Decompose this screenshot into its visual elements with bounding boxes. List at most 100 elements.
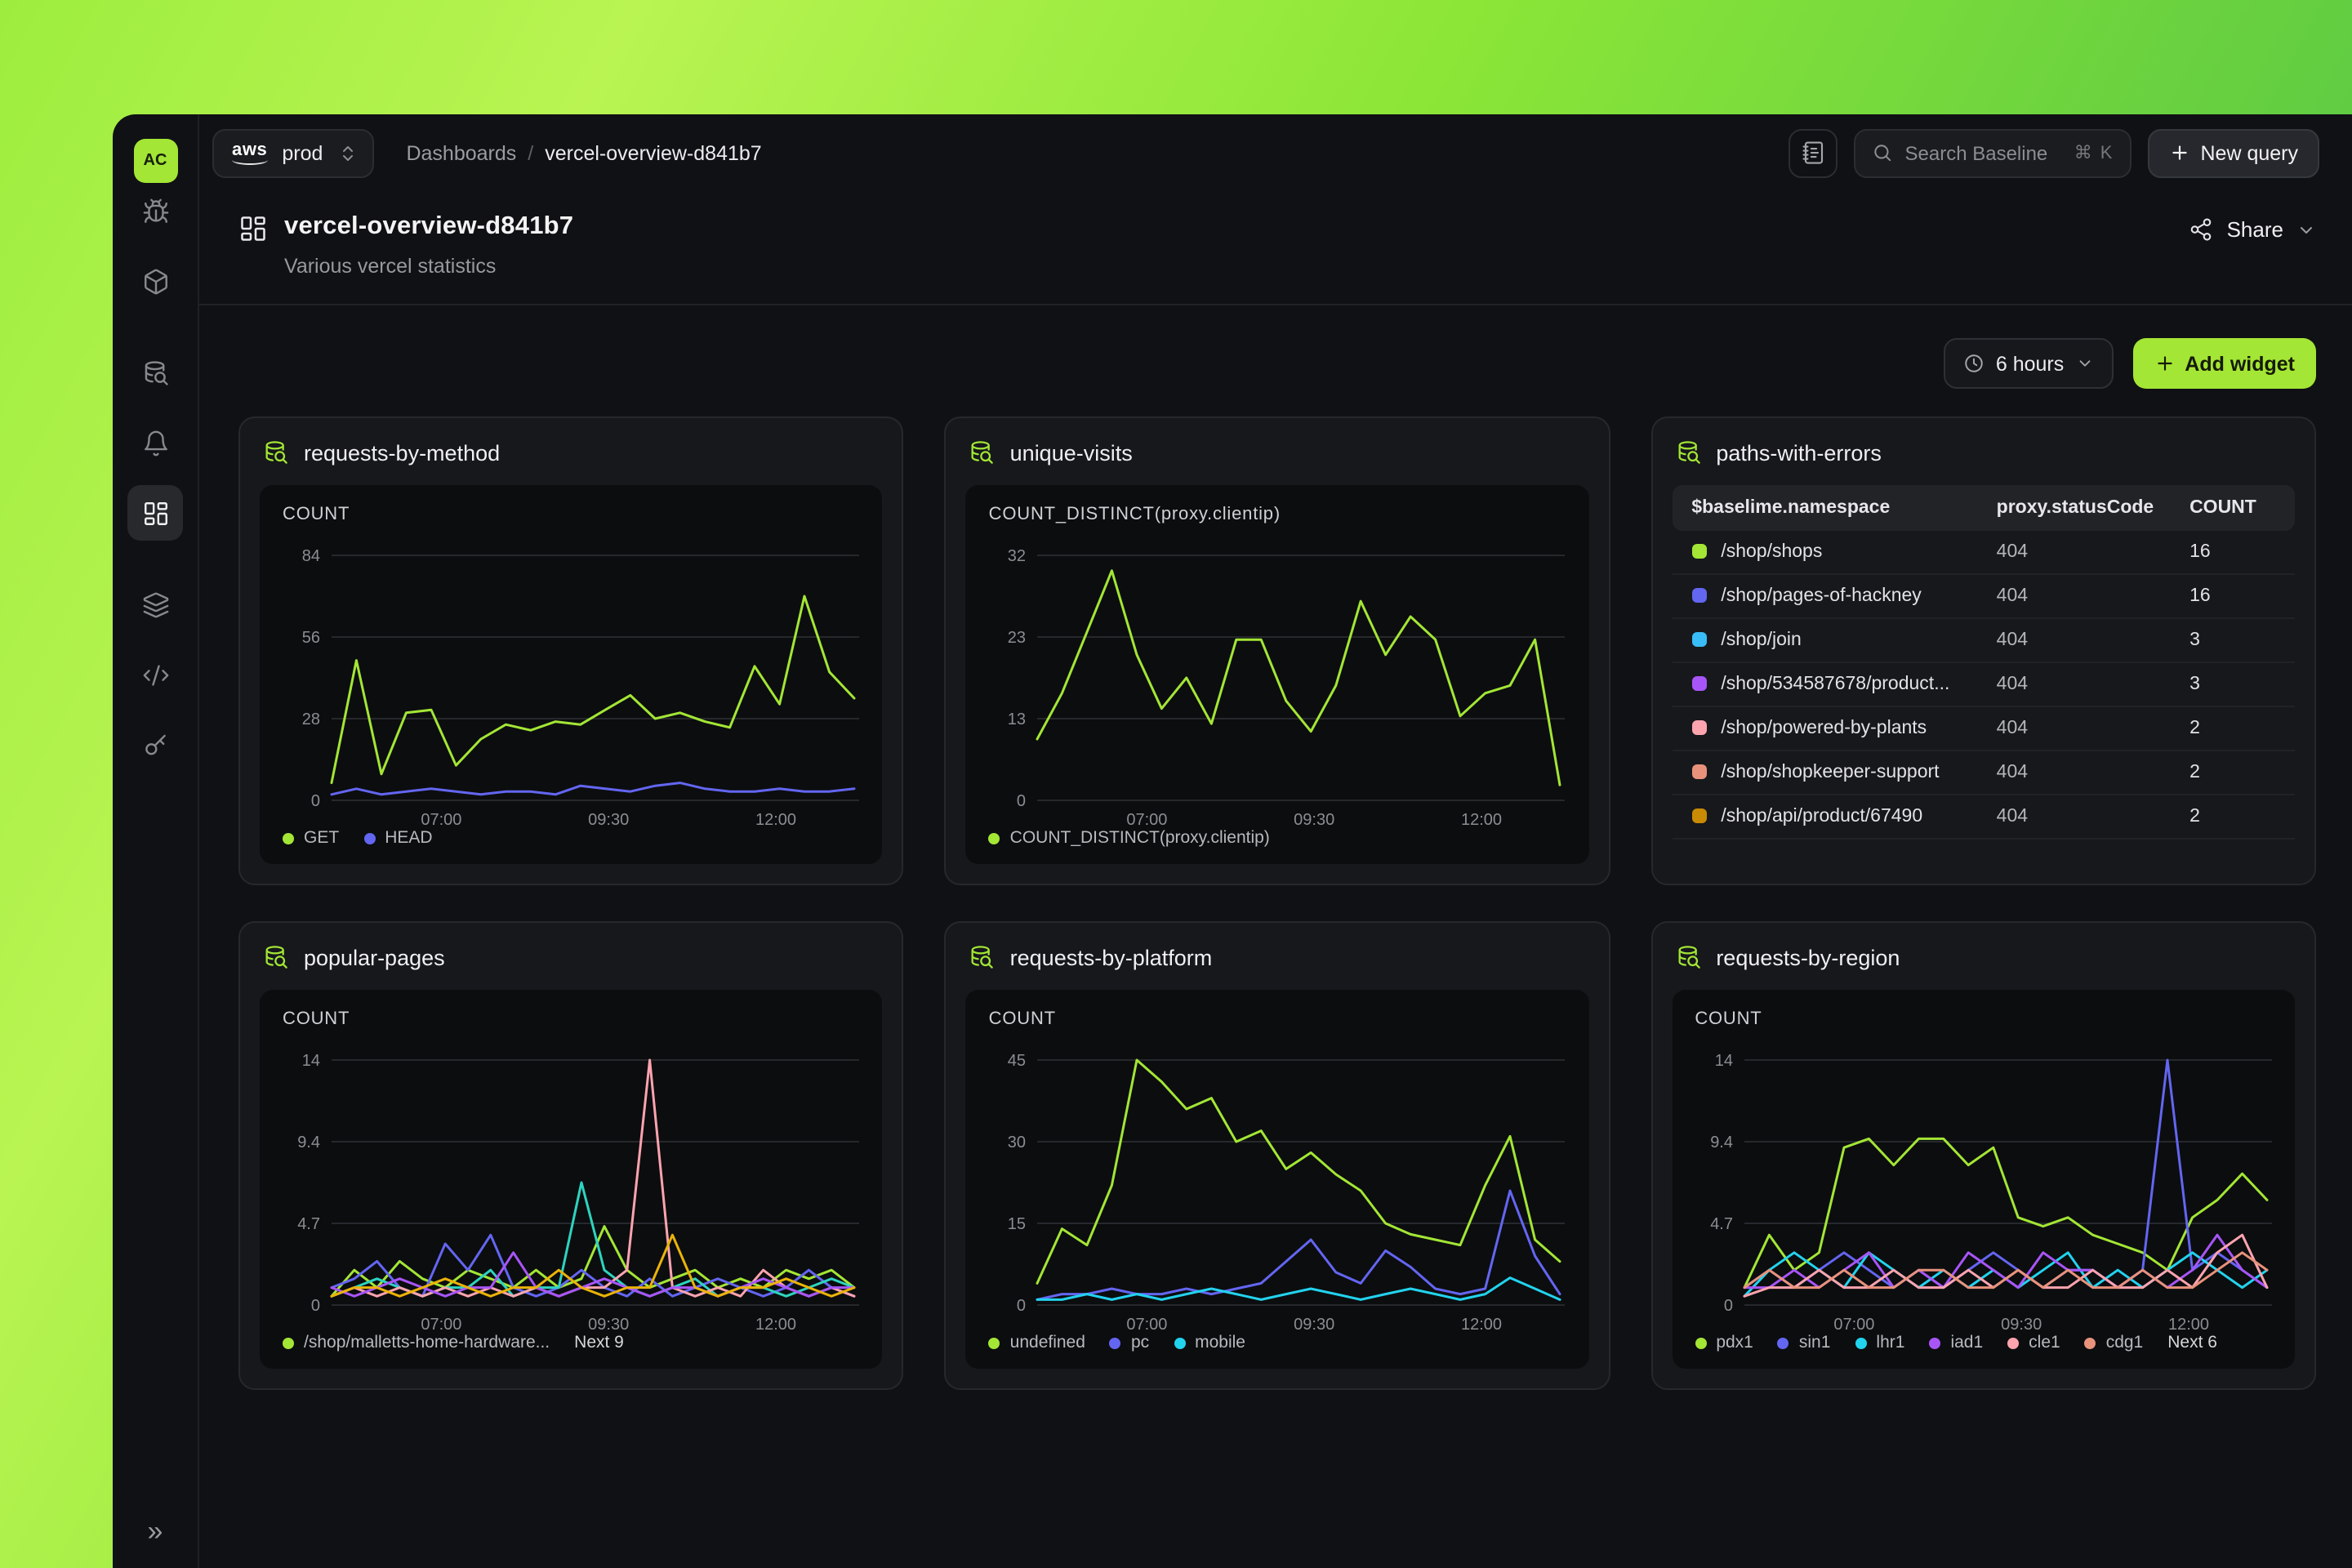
- avatar[interactable]: AC: [133, 139, 177, 183]
- line-chart: 015304507:0009:3012:00: [989, 1049, 1566, 1318]
- widget-paths-with-errors: paths-with-errors $baselime.namespace pr…: [1650, 416, 2316, 885]
- svg-text:4.7: 4.7: [297, 1215, 320, 1233]
- sidebar-item-dashboards[interactable]: [127, 485, 183, 541]
- chart-panel: COUNT_DISTINCT(proxy.clientip) 013233207…: [966, 485, 1589, 864]
- new-query-label: New query: [2201, 141, 2299, 164]
- namespace-cell: /shop/api/product/67490: [1721, 807, 1922, 826]
- svg-text:23: 23: [1008, 629, 1026, 647]
- legend-dot: [283, 1337, 294, 1348]
- chevrons-up-down-icon: [337, 143, 357, 163]
- column-status-code: proxy.statusCode: [1984, 485, 2176, 531]
- breadcrumb-current: vercel-overview-d841b7: [545, 141, 761, 164]
- sidebar-item-api-keys[interactable]: [127, 717, 183, 773]
- query-widget-icon: [969, 439, 996, 466]
- changelog-button[interactable]: [1789, 128, 1838, 177]
- metric-label: COUNT: [283, 1009, 860, 1029]
- widget-title: requests-by-method: [304, 440, 500, 465]
- legend-item[interactable]: pc: [1110, 1333, 1149, 1352]
- sidebar-item-errors[interactable]: [127, 183, 183, 238]
- count-cell: 2: [2176, 751, 2295, 795]
- layers-icon: [141, 590, 169, 618]
- add-widget-label: Add widget: [2185, 352, 2295, 375]
- widget-title: requests-by-region: [1716, 945, 1900, 969]
- legend-dot: [1174, 1337, 1185, 1348]
- legend-item[interactable]: iad1: [1929, 1333, 1983, 1352]
- breadcrumb-dashboards[interactable]: Dashboards: [406, 141, 516, 164]
- chart-svg: 04.79.41407:0009:3012:00: [283, 1049, 859, 1338]
- environment-name: prod: [282, 141, 323, 164]
- chart-svg: 015304507:0009:3012:00: [989, 1049, 1566, 1338]
- sidebar-item-queries[interactable]: [127, 345, 183, 400]
- chart-svg: 028568407:0009:3012:00: [283, 544, 859, 833]
- table-row[interactable]: /shop/api/product/674904042: [1672, 795, 2295, 839]
- widget-title: unique-visits: [1010, 440, 1133, 465]
- table-row[interactable]: /shop/534587678/product...4043: [1672, 662, 2295, 706]
- legend-item[interactable]: pdx1: [1695, 1333, 1753, 1352]
- series-color-dot: [1691, 588, 1706, 603]
- metric-label: COUNT: [1695, 1009, 2272, 1029]
- legend-dot: [1110, 1337, 1121, 1348]
- breadcrumb-separator: /: [528, 141, 533, 164]
- legend-more[interactable]: Next 6: [2167, 1333, 2217, 1352]
- chevron-down-icon: [2296, 220, 2316, 239]
- package-icon: [141, 267, 169, 295]
- legend-item[interactable]: /shop/malletts-home-hardware...: [283, 1333, 550, 1352]
- dashboard-icon: [238, 214, 268, 252]
- namespace-cell: /shop/shopkeeper-support: [1721, 763, 1939, 782]
- table-row[interactable]: /shop/pages-of-hackney40416: [1672, 574, 2295, 618]
- sidebar-item-layers[interactable]: [127, 577, 183, 632]
- count-cell: 2: [2176, 706, 2295, 751]
- chart-legend: GET HEAD: [283, 813, 860, 848]
- legend-item[interactable]: undefined: [989, 1333, 1085, 1352]
- share-button[interactable]: Share: [2189, 217, 2316, 242]
- time-range-label: 6 hours: [1996, 352, 2064, 375]
- svg-text:15: 15: [1008, 1215, 1026, 1233]
- chevron-down-icon: [2075, 354, 2093, 372]
- svg-text:13: 13: [1008, 710, 1026, 728]
- sidebar-collapse-button[interactable]: »: [148, 1517, 163, 1545]
- widget-requests-by-region: requests-by-region COUNT 04.79.41407:000…: [1650, 921, 2316, 1390]
- table-row[interactable]: /shop/powered-by-plants4042: [1672, 706, 2295, 751]
- svg-text:0: 0: [1018, 1297, 1027, 1315]
- share-icon: [2189, 217, 2214, 242]
- legend-item[interactable]: HEAD: [363, 828, 432, 848]
- search-icon: [1873, 142, 1894, 163]
- line-chart: 04.79.41407:0009:3012:00: [1695, 1049, 2272, 1318]
- legend-item[interactable]: GET: [283, 828, 339, 848]
- widget-title: paths-with-errors: [1716, 440, 1882, 465]
- sidebar-item-services[interactable]: [127, 253, 183, 309]
- legend-item[interactable]: COUNT_DISTINCT(proxy.clientip): [989, 828, 1270, 848]
- environment-selector[interactable]: aws prod: [212, 128, 373, 177]
- widget-unique-visits: unique-visits COUNT_DISTINCT(proxy.clien…: [945, 416, 1610, 885]
- table-header-row: $baselime.namespace proxy.statusCode COU…: [1672, 485, 2295, 531]
- chart-panel: COUNT 015304507:0009:3012:00 undefinedpc…: [966, 990, 1589, 1369]
- new-query-button[interactable]: New query: [2149, 128, 2320, 177]
- legend-item[interactable]: cdg1: [2085, 1333, 2144, 1352]
- table-row[interactable]: /shop/shopkeeper-support 4042: [1672, 751, 2295, 795]
- status-code-cell: 404: [1984, 751, 2176, 795]
- legend-item[interactable]: mobile: [1174, 1333, 1245, 1352]
- table-row[interactable]: /shop/join4043: [1672, 618, 2295, 662]
- metric-label: COUNT_DISTINCT(proxy.clientip): [989, 505, 1566, 524]
- sidebar-item-code[interactable]: [127, 647, 183, 702]
- series-color-dot: [1691, 764, 1706, 779]
- legend-item[interactable]: lhr1: [1855, 1333, 1904, 1352]
- search-input[interactable]: Search Baseline ⌘ K: [1855, 128, 2132, 177]
- widgets-grid: requests-by-method COUNT 028568407:0009:…: [199, 416, 2352, 1423]
- column-count: COUNT: [2176, 485, 2295, 531]
- add-widget-button[interactable]: Add widget: [2132, 338, 2316, 389]
- legend-more[interactable]: Next 9: [574, 1333, 624, 1352]
- legend-item[interactable]: cle1: [2007, 1333, 2060, 1352]
- chart-panel: COUNT 04.79.41407:0009:3012:00 /shop/mal…: [260, 990, 883, 1369]
- svg-text:0: 0: [311, 792, 320, 810]
- time-range-selector[interactable]: 6 hours: [1944, 338, 2113, 389]
- namespace-cell: /shop/powered-by-plants: [1721, 719, 1927, 738]
- sidebar-item-alerts[interactable]: [127, 415, 183, 470]
- series-color-dot: [1691, 720, 1706, 735]
- series-color-dot: [1691, 544, 1706, 559]
- table-row[interactable]: /shop/shops40416: [1672, 531, 2295, 574]
- legend-dot: [283, 832, 294, 844]
- series-color-dot: [1691, 808, 1706, 823]
- legend-item[interactable]: sin1: [1778, 1333, 1831, 1352]
- query-database-icon: [141, 359, 169, 386]
